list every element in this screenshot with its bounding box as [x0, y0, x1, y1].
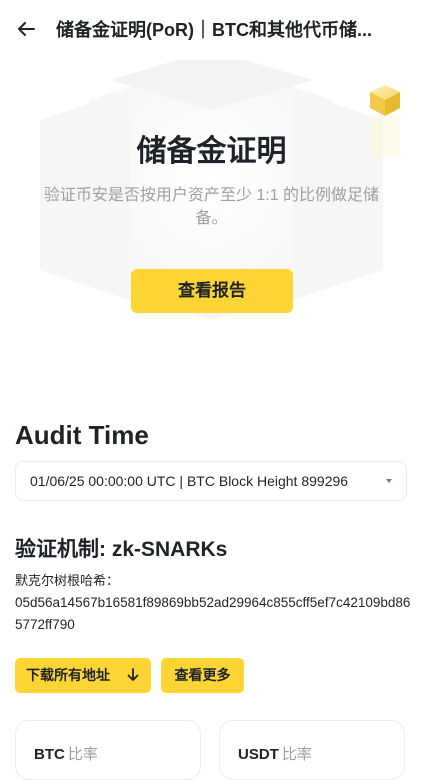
card-sub-label: 比率 — [281, 746, 312, 763]
card-coin: USDT — [238, 746, 279, 763]
audit-time-value: 01/06/25 00:00:00 UTC | BTC Block Height… — [30, 473, 349, 489]
view-more-button[interactable]: 查看更多 — [161, 658, 244, 693]
caret-down-icon — [386, 479, 392, 483]
back-arrow-icon[interactable] — [14, 17, 38, 41]
top-bar: 储备金证明(PoR)｜BTC和其他代币储... — [0, 0, 423, 60]
download-button-label: 下载所有地址 — [26, 667, 110, 683]
audit-time-select[interactable]: 01/06/25 00:00:00 UTC | BTC Block Height… — [15, 461, 407, 501]
arrow-down-icon — [127, 668, 139, 681]
hero-description: 验证币安是否按用户资产至少 1:1 的比例做足储备。 — [43, 187, 380, 227]
merkle-root-hash: 05d56a14567b16581f89869bb52ad29964c855cf… — [15, 595, 411, 632]
hero-title: 储备金证明 — [136, 135, 287, 168]
mechanism-heading: 验证机制: zk-SNARKs — [15, 538, 228, 561]
view-report-button[interactable]: 查看报告 — [131, 269, 293, 313]
page-title: 储备金证明(PoR)｜BTC和其他代币储... — [56, 20, 372, 40]
btc-ratio-card[interactable]: BTC 比率 — [15, 720, 201, 780]
usdt-ratio-card[interactable]: USDT 比率 — [219, 720, 405, 780]
card-label: BTC 比率 — [34, 743, 98, 764]
card-coin: BTC — [34, 746, 65, 763]
audit-time-heading: Audit Time — [15, 420, 149, 450]
download-addresses-button[interactable]: 下载所有地址 — [15, 658, 151, 693]
card-sub-label: 比率 — [67, 746, 98, 763]
hero-section: 储备金证明 验证币安是否按用户资产至少 1:1 的比例做足储备。 查看报告 — [0, 60, 423, 360]
card-label: USDT 比率 — [238, 743, 312, 764]
merkle-root-label: 默克尔树根哈希： — [15, 573, 120, 588]
